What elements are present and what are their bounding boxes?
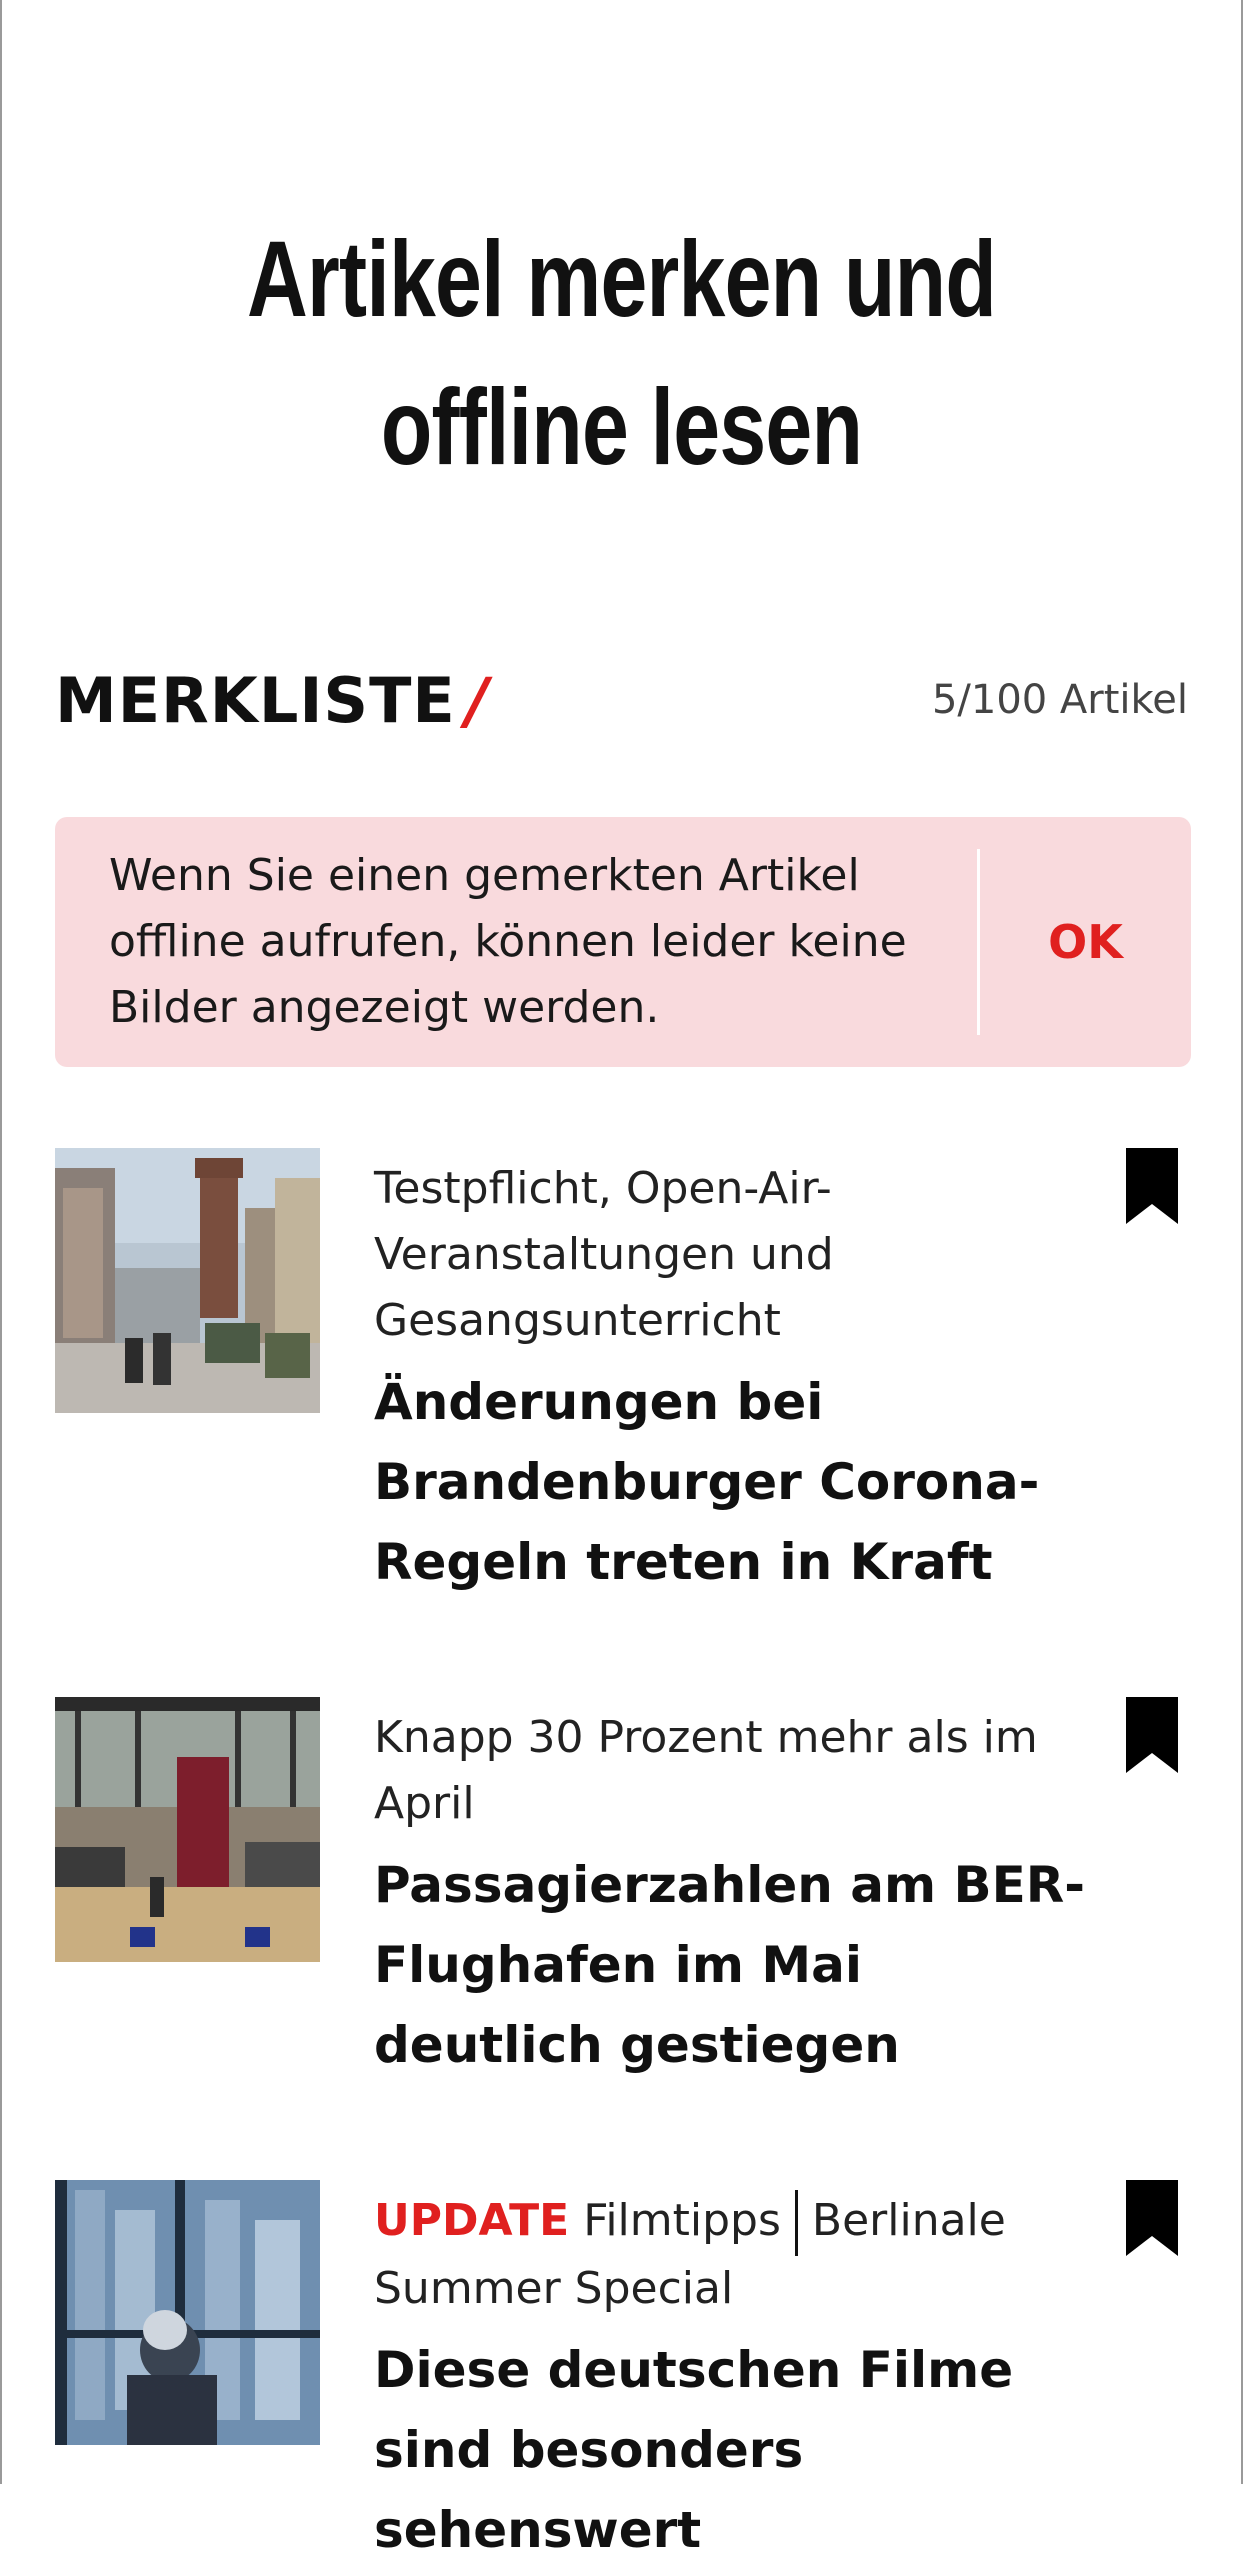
page-title-line1: Artikel merken und bbox=[246, 218, 997, 339]
article-body[interactable]: Testpflicht, Open-Air-Veranstaltungen un… bbox=[374, 1156, 1104, 1602]
article-headline[interactable]: Passagierzahlen am BER-Flughafen im Mai … bbox=[374, 1845, 1104, 2085]
article-thumbnail[interactable] bbox=[55, 2180, 320, 2445]
article-thumbnail[interactable] bbox=[55, 1697, 320, 1962]
article-kicker: UPDATE Filmtipps Berlinale Summer Special bbox=[374, 2188, 1104, 2322]
bookmark-filled-icon[interactable] bbox=[1126, 2180, 1178, 2256]
list-item[interactable]: UPDATE Filmtipps Berlinale Summer Special… bbox=[55, 2180, 1191, 2559]
article-count: 5/100 Artikel bbox=[931, 677, 1188, 723]
article-kicker: Knapp 30 Prozent mehr als im April bbox=[374, 1712, 1038, 1829]
merkliste-slash: / bbox=[465, 663, 490, 737]
article-kicker: Testpflicht, Open-Air-Veranstaltungen un… bbox=[374, 1163, 834, 1346]
article-kicker-primary: Filmtipps bbox=[583, 2195, 781, 2246]
merkliste-header: MERKLISTE/ 5/100 Artikel bbox=[55, 655, 1188, 745]
article-headline[interactable]: Diese deutschen Filme sind besonders seh… bbox=[374, 2330, 1104, 2570]
merkliste-title-text: MERKLISTE bbox=[55, 663, 456, 737]
page-title-line2: offline lesen bbox=[380, 366, 863, 487]
list-item[interactable]: Knapp 30 Prozent mehr als im April Passa… bbox=[55, 1697, 1191, 2117]
article-body[interactable]: UPDATE Filmtipps Berlinale Summer Special… bbox=[374, 2188, 1104, 2570]
bookmark-filled-icon[interactable] bbox=[1126, 1697, 1178, 1773]
update-label: UPDATE bbox=[374, 2195, 570, 2246]
article-thumbnail[interactable] bbox=[55, 1148, 320, 1413]
offline-notice-text: Wenn Sie einen gemerkten Artikel offline… bbox=[109, 850, 907, 1033]
page-title: Artikel merken und offline lesen bbox=[138, 205, 1104, 501]
notice-ok-button[interactable]: OK bbox=[980, 915, 1191, 969]
merkliste-title: MERKLISTE / bbox=[55, 664, 489, 737]
bookmark-filled-icon[interactable] bbox=[1126, 1148, 1178, 1224]
article-headline[interactable]: Änderungen bei Brandenburger Corona-Rege… bbox=[374, 1362, 1104, 1602]
article-body[interactable]: Knapp 30 Prozent mehr als im April Passa… bbox=[374, 1705, 1104, 2085]
offline-notice: Wenn Sie einen gemerkten Artikel offline… bbox=[55, 817, 1191, 1067]
list-item[interactable]: Testpflicht, Open-Air-Veranstaltungen un… bbox=[55, 1148, 1191, 1608]
kicker-separator bbox=[794, 2190, 798, 2256]
